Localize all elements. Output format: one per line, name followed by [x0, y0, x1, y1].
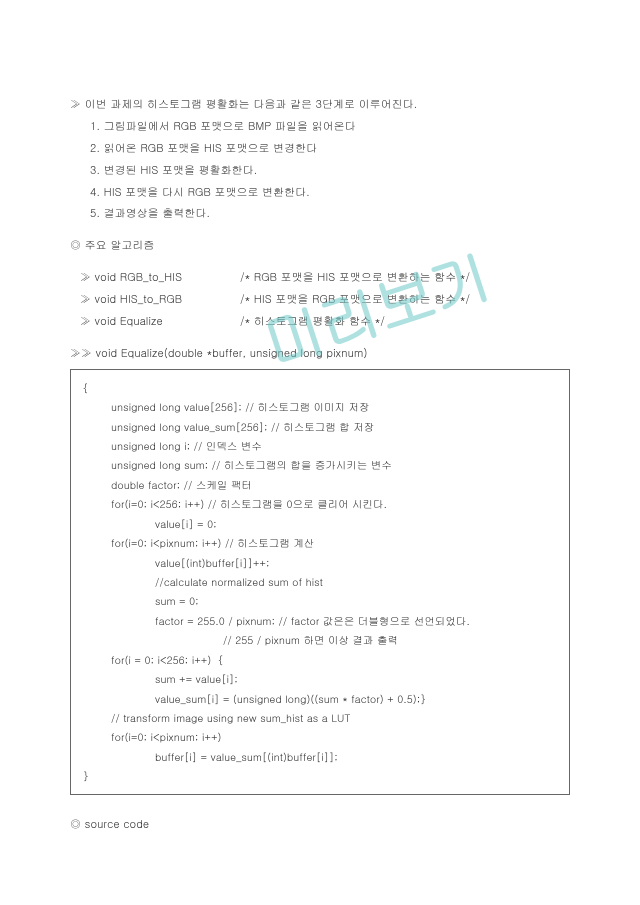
section-algo-header: ◎ 주요 알고리즘: [70, 236, 570, 257]
code-line: unsigned long sum; // 히스토그램의 합을 증가시키는 변수: [83, 455, 557, 474]
section-source-title: source code: [85, 817, 149, 832]
algo-func-name: ≫ void RGB_to_HIS: [70, 268, 240, 289]
code-line: sum = 0;: [83, 591, 557, 610]
intro-step: 3. 변경된 HIS 포맷을 평활화한다.: [70, 161, 570, 182]
code-line: unsigned long value_sum[256]; // 히스토그램 합…: [83, 417, 557, 436]
brace-close: }: [83, 766, 557, 785]
intro-step: 4. HIS 포맷을 다시 RGB 포맷으로 변환한다.: [70, 183, 570, 204]
intro-step: 1. 그림파일에서 RGB 포맷으로 BMP 파일을 읽어온다: [70, 117, 570, 138]
algo-row: ≫ void RGB_to_HIS /* RGB 포맷을 HIS 포맷으로 변환…: [70, 268, 570, 289]
circle-marker-icon: ◎: [70, 238, 85, 253]
algo-func-comment: /* 히스토그램 평활화 함수 */: [240, 312, 570, 333]
code-line: buffer[i] = value_sum[(int)buffer[i]];: [83, 747, 557, 766]
code-line: for(i=0; i<256; i++) // 히스토그램을 0으로 클리어 시…: [83, 494, 557, 513]
algo-func-comment: /* RGB 포맷을 HIS 포맷으로 변환하는 함수 */: [240, 268, 570, 289]
code-line: // transform image using new sum_hist as…: [83, 708, 557, 727]
function-signature: ≫≫ void Equalize(double *buffer, unsigne…: [70, 344, 570, 365]
code-line: // 255 / pixnum 하면 이상 결과 출력: [83, 630, 557, 649]
fn-text: void Equalize(double *buffer, unsigned l…: [96, 346, 368, 361]
brace-open: {: [83, 378, 557, 397]
section-source-header: ◎ source code: [70, 815, 570, 836]
code-line: value[i] = 0;: [83, 514, 557, 533]
code-line: double factor; // 스케일 팩터: [83, 475, 557, 494]
circle-marker-icon: ◎: [70, 817, 85, 832]
algo-func-name: ≫ void Equalize: [70, 312, 240, 333]
intro-step: 5. 결과영상을 출력한다.: [70, 204, 570, 225]
code-line: //calculate normalized sum of hist: [83, 572, 557, 591]
algo-row: ≫ void HIS_to_RGB /* HIS 포맷을 RGB 포맷으로 변환…: [70, 290, 570, 311]
code-block: { unsigned long value[256]; // 히스토그램 이미지…: [70, 369, 570, 795]
code-line: value[(int)buffer[i]]++;: [83, 553, 557, 572]
intro-step: 2. 읽어온 RGB 포맷을 HIS 포맷으로 변경한다: [70, 139, 570, 160]
algo-func-name: ≫ void HIS_to_RGB: [70, 290, 240, 311]
code-line: unsigned long value[256]; // 히스토그램 이미지 저…: [83, 397, 557, 416]
intro-text: 이번 과제의 히스토그램 평활화는 다음과 같은 3단계로 이루어진다.: [85, 97, 418, 112]
fn-prefix: ≫≫: [70, 346, 96, 361]
intro-prefix: ≫: [70, 97, 85, 112]
intro-line: ≫ 이번 과제의 히스토그램 평활화는 다음과 같은 3단계로 이루어진다.: [70, 95, 570, 116]
code-line: sum += value[i];: [83, 669, 557, 688]
section-algo-title: 주요 알고리즘: [85, 238, 155, 253]
code-line: value_sum[i] = (unsigned long)((sum * fa…: [83, 689, 557, 708]
code-line: for(i = 0; i<256; i++) {: [83, 650, 557, 669]
code-line: factor = 255.0 / pixnum; // factor 값은은 더…: [83, 611, 557, 630]
code-line: for(i=0; i<pixnum; i++) // 히스토그램 계산: [83, 533, 557, 552]
code-line: unsigned long i; // 인덱스 변수: [83, 436, 557, 455]
code-body: unsigned long value[256]; // 히스토그램 이미지 저…: [83, 397, 557, 766]
algo-row: ≫ void Equalize /* 히스토그램 평활화 함수 */: [70, 312, 570, 333]
algo-func-comment: /* HIS 포맷을 RGB 포맷으로 변환하는 함수 */: [240, 290, 570, 311]
code-line: for(i=0; i<pixnum; i++): [83, 727, 557, 746]
